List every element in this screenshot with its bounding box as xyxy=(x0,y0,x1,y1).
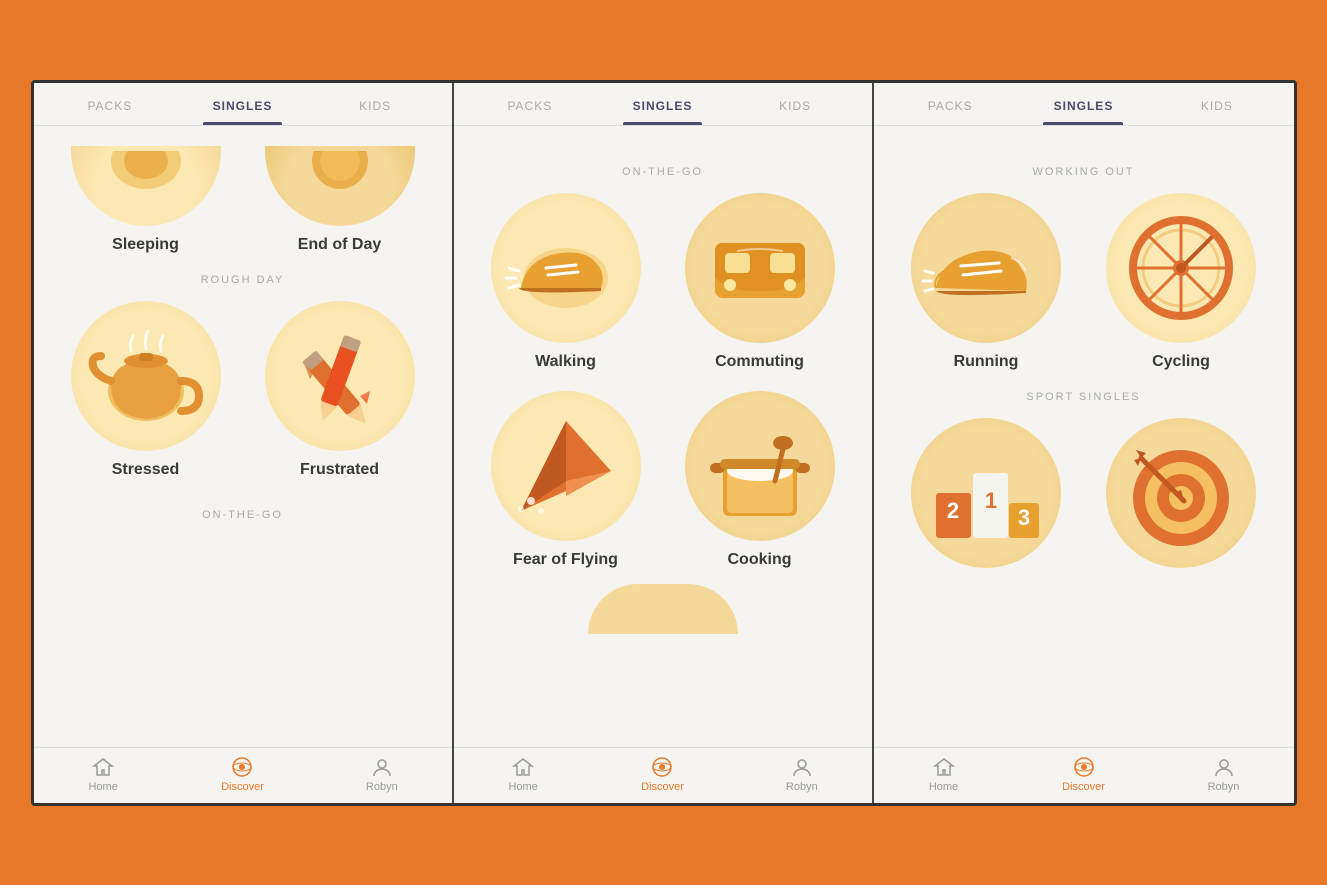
nav-label-robyn-1: Robyn xyxy=(366,781,398,793)
circle-endofday xyxy=(265,146,415,226)
robyn-icon-2 xyxy=(791,756,813,778)
nav-robyn-3[interactable]: Robyn xyxy=(1154,756,1294,793)
tab-packs-2[interactable]: PACKS xyxy=(464,83,597,125)
label-flying: Fear of Flying xyxy=(513,551,618,569)
discover-icon-1 xyxy=(231,756,253,778)
tab-kids-2[interactable]: KIDS xyxy=(729,83,862,125)
nav-discover-2[interactable]: Discover xyxy=(593,756,732,793)
content-3: WORKING OUT xyxy=(874,126,1294,747)
circle-podium: 2 1 3 xyxy=(911,418,1061,568)
label-running: Running xyxy=(954,353,1019,371)
nav-label-robyn-3: Robyn xyxy=(1208,781,1240,793)
item-cycling[interactable]: Cycling xyxy=(1089,193,1274,371)
tab-bar-2: PACKS SINGLES KIDS xyxy=(454,83,872,126)
nav-label-robyn-2: Robyn xyxy=(786,781,818,793)
label-stressed: Stressed xyxy=(112,461,180,479)
home-icon-3 xyxy=(933,756,955,778)
item-walking[interactable]: Walking xyxy=(474,193,658,371)
robyn-icon-3 xyxy=(1213,756,1235,778)
content-2: ON-THE-GO xyxy=(454,126,872,747)
tab-kids-3[interactable]: KIDS xyxy=(1150,83,1283,125)
nav-home-3[interactable]: Home xyxy=(874,756,1014,793)
tab-packs-3[interactable]: PACKS xyxy=(884,83,1017,125)
nav-label-home-3: Home xyxy=(929,781,958,793)
nav-label-discover-1: Discover xyxy=(221,781,264,793)
nav-label-home-2: Home xyxy=(508,781,537,793)
circle-frustrated xyxy=(265,301,415,451)
top-partial-items: Sleeping End of Day xyxy=(54,146,432,254)
item-endofday[interactable]: End of Day xyxy=(248,146,432,254)
partial-bottom-item xyxy=(588,584,738,634)
tab-singles-2[interactable]: SINGLES xyxy=(596,83,729,125)
item-cooking[interactable]: Cooking xyxy=(668,391,852,569)
nav-label-discover-2: Discover xyxy=(641,781,684,793)
robyn-icon-1 xyxy=(371,756,393,778)
circle-running xyxy=(911,193,1061,343)
tab-singles-3[interactable]: SINGLES xyxy=(1017,83,1150,125)
label-frustrated: Frustrated xyxy=(300,461,379,479)
tab-bar-1: PACKS SINGLES KIDS xyxy=(34,83,452,126)
home-icon-1 xyxy=(92,756,114,778)
label-endofday: End of Day xyxy=(298,236,382,254)
nav-discover-3[interactable]: Discover xyxy=(1014,756,1154,793)
screen-3: PACKS SINGLES KIDS WORKING OUT xyxy=(874,83,1294,803)
rough-day-grid: Stressed xyxy=(54,301,432,479)
bottom-nav-1: Home Discover xyxy=(34,747,452,803)
circle-stressed xyxy=(71,301,221,451)
discover-icon-3 xyxy=(1073,756,1095,778)
label-commuting: Commuting xyxy=(715,353,804,371)
tab-kids-1[interactable]: KIDS xyxy=(309,83,442,125)
circle-flying xyxy=(491,391,641,541)
section-working-out: WORKING OUT xyxy=(894,166,1274,178)
label-cycling: Cycling xyxy=(1152,353,1210,371)
on-the-go-grid: Walking xyxy=(474,193,852,569)
circle-cooking xyxy=(685,391,835,541)
screen-1: PACKS SINGLES KIDS Sleeping xyxy=(34,83,454,803)
content-1: Sleeping End of Day ROUGH DAY xyxy=(34,126,452,747)
discover-icon-2 xyxy=(651,756,673,778)
bottom-nav-2: Home Discover xyxy=(454,747,872,803)
circle-cycling xyxy=(1106,193,1256,343)
item-commuting[interactable]: Commuting xyxy=(668,193,852,371)
label-sleeping: Sleeping xyxy=(112,236,179,254)
nav-home-1[interactable]: Home xyxy=(34,756,173,793)
item-flying[interactable]: Fear of Flying xyxy=(474,391,658,569)
item-stressed[interactable]: Stressed xyxy=(54,301,238,479)
screens-container: PACKS SINGLES KIDS Sleeping xyxy=(31,80,1297,806)
sport-singles-grid: 2 1 3 xyxy=(894,418,1274,578)
tab-bar-3: PACKS SINGLES KIDS xyxy=(874,83,1294,126)
tab-singles-1[interactable]: SINGLES xyxy=(176,83,309,125)
home-icon-2 xyxy=(512,756,534,778)
bottom-nav-3: Home Discover xyxy=(874,747,1294,803)
tab-packs-1[interactable]: PACKS xyxy=(44,83,177,125)
circle-sleeping xyxy=(71,146,221,226)
svg-text:3: 3 xyxy=(1018,505,1030,530)
nav-robyn-2[interactable]: Robyn xyxy=(732,756,871,793)
nav-label-home-1: Home xyxy=(88,781,117,793)
circle-commuting xyxy=(685,193,835,343)
nav-robyn-1[interactable]: Robyn xyxy=(312,756,451,793)
item-sleeping[interactable]: Sleeping xyxy=(54,146,238,254)
section-rough-day: ROUGH DAY xyxy=(54,274,432,286)
item-frustrated[interactable]: Frustrated xyxy=(248,301,432,479)
nav-home-2[interactable]: Home xyxy=(454,756,593,793)
circle-target xyxy=(1106,418,1256,568)
screen-2: PACKS SINGLES KIDS ON-THE-GO xyxy=(454,83,874,803)
item-target[interactable] xyxy=(1089,418,1274,578)
item-running[interactable]: Running xyxy=(894,193,1079,371)
section-on-the-go-2: ON-THE-GO xyxy=(474,166,852,178)
item-podium[interactable]: 2 1 3 xyxy=(894,418,1079,578)
nav-discover-1[interactable]: Discover xyxy=(173,756,312,793)
circle-walking xyxy=(491,193,641,343)
label-cooking: Cooking xyxy=(728,551,792,569)
working-out-grid: Running xyxy=(894,193,1274,371)
section-sport-singles: SPORT SINGLES xyxy=(894,391,1274,403)
svg-text:2: 2 xyxy=(947,498,959,523)
label-walking: Walking xyxy=(535,353,596,371)
nav-label-discover-3: Discover xyxy=(1062,781,1105,793)
svg-text:1: 1 xyxy=(985,488,997,513)
section-on-the-go-1: ON-THE-GO xyxy=(54,509,432,521)
